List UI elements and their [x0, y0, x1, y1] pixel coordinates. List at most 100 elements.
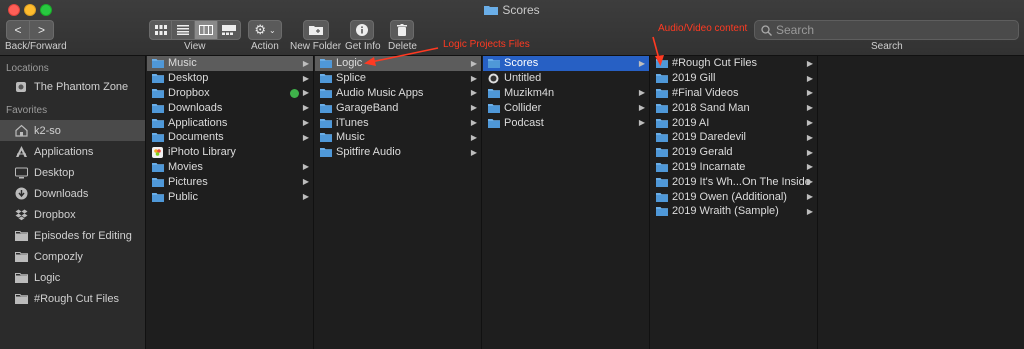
sidebar-item-downloads[interactable]: Downloads	[0, 183, 145, 204]
back-button[interactable]: <	[6, 20, 30, 40]
trash-icon	[397, 24, 407, 36]
column-1-item[interactable]: Public ▶	[147, 189, 313, 204]
column-4-item[interactable]: #Rough Cut Files ▶	[651, 56, 817, 71]
column-4-item[interactable]: 2019 Incarnate ▶	[651, 160, 817, 175]
item-label: Music	[168, 57, 197, 70]
search-icon	[761, 24, 772, 36]
sidebar-item-dropbox[interactable]: Dropbox	[0, 204, 145, 225]
sidebar-item-episodes-for-editing[interactable]: Episodes for Editing	[0, 225, 145, 246]
annotation-audio-video: Audio/Video content	[658, 23, 748, 34]
column-1-item[interactable]: Applications ▶	[147, 115, 313, 130]
sidebar-item-label: Desktop	[34, 166, 75, 179]
delete-label: Delete	[388, 41, 417, 52]
item-label: Spitfire Audio	[336, 146, 401, 159]
column-3-item[interactable]: Scores ▶	[483, 56, 649, 71]
sidebar-item-compozly[interactable]: Compozly	[0, 246, 145, 267]
column-3-item[interactable]: Collider ▶	[483, 100, 649, 115]
sidebar-item-label: Downloads	[34, 187, 89, 200]
column-1-item[interactable]: iPhoto Library	[147, 145, 313, 160]
search-input[interactable]	[776, 23, 1006, 37]
delete-group	[390, 20, 414, 40]
forward-button[interactable]: >	[30, 20, 54, 40]
column-1-item[interactable]: Music ▶	[147, 56, 313, 71]
sidebar: Locations The Phantom Zone Favorites k2-…	[0, 56, 146, 349]
column-2-item[interactable]: Splice ▶	[315, 71, 481, 86]
sidebar-item-label: Episodes for Editing	[34, 229, 132, 242]
column-1-item[interactable]: Movies ▶	[147, 160, 313, 175]
column-1-item[interactable]: Desktop ▶	[147, 71, 313, 86]
action-button[interactable]: ⚙ ⌄	[248, 20, 282, 40]
column-2-item[interactable]: Logic ▶	[315, 56, 481, 71]
column-1-item[interactable]: Documents ▶	[147, 130, 313, 145]
browser-column-2: Logic ▶ Splice ▶ Audio Music Apps ▶ GarageBand…	[315, 56, 482, 349]
sidebar-item-label: Logic	[34, 271, 61, 284]
delete-button[interactable]	[390, 20, 414, 40]
folder-icon	[152, 192, 164, 202]
column-2-item[interactable]: iTunes ▶	[315, 115, 481, 130]
item-label: Desktop	[168, 72, 209, 85]
sidebar-item-applications[interactable]: Applications	[0, 141, 145, 162]
browser-column-1: Music ▶ Desktop ▶ Dropbox ▶ Downloads ▶ Applicat…	[147, 56, 314, 349]
gear-icon: ⚙	[254, 22, 266, 37]
gallery-view-button[interactable]	[218, 20, 241, 40]
sidebar-item-logic[interactable]: Logic	[0, 267, 145, 288]
columns-icon	[199, 25, 213, 35]
sidebar-item-label: #Rough Cut Files	[34, 292, 119, 305]
get-info-label: Get Info	[345, 41, 381, 52]
column-4-item[interactable]: 2019 AI ▶	[651, 115, 817, 130]
item-label: 2019 It's Wh...On The Inside	[672, 175, 811, 188]
column-2-item[interactable]: Spitfire Audio ▶	[315, 145, 481, 160]
folder-icon	[320, 118, 332, 128]
item-label: Scores	[504, 57, 539, 70]
search-field[interactable]	[754, 20, 1019, 40]
column-3-item[interactable]: Podcast ▶	[483, 115, 649, 130]
column-4-item[interactable]: #Final Videos ▶	[651, 86, 817, 101]
folder-icon	[152, 118, 164, 128]
new-folder-button[interactable]	[303, 20, 329, 40]
sync-status-icon	[290, 88, 299, 98]
column-view-button[interactable]	[195, 20, 218, 40]
sidebar-item-rough-cut-files[interactable]: #Rough Cut Files	[0, 288, 145, 309]
column-4-item[interactable]: 2019 Owen (Additional) ▶	[651, 189, 817, 204]
column-2-item[interactable]: Audio Music Apps ▶	[315, 86, 481, 101]
folder-icon	[152, 73, 164, 84]
new-folder-label: New Folder	[290, 41, 342, 52]
column-1-item[interactable]: Pictures ▶	[147, 174, 313, 189]
list-view-button[interactable]	[172, 20, 195, 40]
item-label: Collider	[504, 101, 542, 114]
column-1-item[interactable]: Downloads ▶	[147, 100, 313, 115]
icon-view-button[interactable]	[149, 20, 172, 40]
disclosure-arrow-icon: ▶	[806, 206, 813, 216]
column-2-item[interactable]: GarageBand ▶	[315, 100, 481, 115]
column-4-item[interactable]: 2019 It's Wh...On The Inside ▶	[651, 174, 817, 189]
action-label: Action	[251, 41, 279, 52]
view-label: View	[184, 41, 206, 52]
folder-icon	[656, 103, 668, 113]
sidebar-item-k2-so[interactable]: k2-so	[0, 120, 145, 141]
folder-icon	[320, 147, 332, 158]
browser-column-empty	[819, 56, 1024, 349]
column-4-item[interactable]: 2019 Gerald ▶	[651, 145, 817, 160]
column-1-item[interactable]: Dropbox ▶	[147, 86, 313, 101]
sidebar-item-desktop[interactable]: Desktop	[0, 162, 145, 183]
column-4-item[interactable]: 2019 Daredevil ▶	[651, 130, 817, 145]
column-2-item[interactable]: Music ▶	[315, 130, 481, 145]
column-4-item[interactable]: 2019 Wraith (Sample) ▶	[651, 204, 817, 219]
folder-icon	[152, 58, 164, 69]
column-4-item[interactable]: 2019 Gill ▶	[651, 71, 817, 86]
sidebar-item-the-phantom-zone[interactable]: The Phantom Zone	[0, 76, 145, 98]
browser-column-3: Scores ▶ Untitled Muzikm4n ▶ Collider ▶ Podcast…	[483, 56, 650, 349]
folder-icon	[656, 132, 668, 143]
item-label: 2019 Owen (Additional)	[672, 190, 787, 203]
item-label: 2018 Sand Man	[672, 101, 750, 114]
item-label: 2019 Incarnate	[672, 160, 746, 173]
column-4-item[interactable]: 2018 Sand Man ▶	[651, 100, 817, 115]
column-3-item[interactable]: Untitled	[483, 71, 649, 86]
item-label: #Final Videos	[672, 86, 739, 99]
view-mode-group	[149, 20, 241, 40]
get-info-button[interactable]	[350, 20, 374, 40]
sidebar-header-locations: Locations	[6, 63, 49, 74]
item-label: Pictures	[168, 175, 208, 188]
search-label: Search	[871, 41, 903, 52]
column-3-item[interactable]: Muzikm4n ▶	[483, 86, 649, 101]
